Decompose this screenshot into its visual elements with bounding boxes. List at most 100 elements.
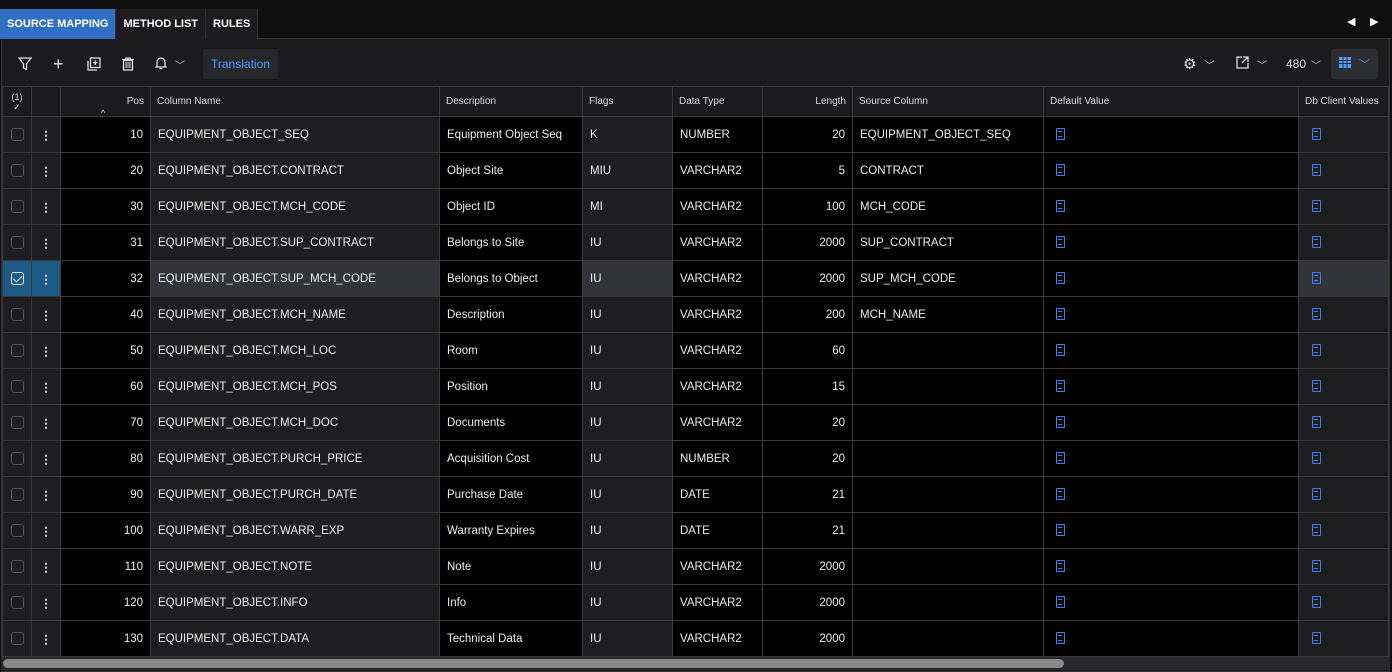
cell-description[interactable]: Room [439, 332, 583, 369]
cell-data-type[interactable]: VARCHAR2 [672, 584, 763, 621]
cell-default-value[interactable] [1043, 188, 1299, 225]
cell-pos[interactable]: 40 [60, 296, 151, 333]
table-row[interactable]: ⋮ 130 EQUIPMENT_OBJECT.DATA Technical Data I… [2, 620, 1389, 657]
row-checkbox[interactable] [2, 512, 32, 549]
cell-flags[interactable]: IU [582, 440, 673, 477]
cell-column-name[interactable]: EQUIPMENT_OBJECT.MCH_NAME [150, 296, 440, 333]
page-size-select[interactable]: 480 ﹀ [1286, 53, 1321, 75]
row-checkbox[interactable] [2, 260, 32, 297]
cell-length[interactable]: 100 [762, 188, 853, 225]
cell-data-type[interactable]: VARCHAR2 [672, 260, 763, 297]
cell-db-client-values[interactable] [1298, 584, 1389, 621]
cell-data-type[interactable]: VARCHAR2 [672, 296, 763, 333]
cell-default-value[interactable] [1043, 512, 1299, 549]
cell-data-type[interactable]: VARCHAR2 [672, 620, 763, 657]
cell-source-column[interactable]: SUP_CONTRACT [852, 224, 1044, 261]
cell-pos[interactable]: 31 [60, 224, 151, 261]
row-checkbox[interactable] [2, 476, 32, 513]
cell-data-type[interactable]: VARCHAR2 [672, 368, 763, 405]
notes-icon[interactable] [1312, 272, 1321, 285]
cell-db-client-values[interactable] [1298, 224, 1389, 261]
cell-column-name[interactable]: EQUIPMENT_OBJECT.CONTRACT [150, 152, 440, 189]
cell-db-client-values[interactable] [1298, 188, 1389, 225]
cell-pos[interactable]: 120 [60, 584, 151, 621]
row-menu-icon[interactable]: ⋮ [31, 188, 61, 225]
table-row[interactable]: ⋮ 80 EQUIPMENT_OBJECT.PURCH_PRICE Acquisiti… [2, 440, 1389, 477]
cell-data-type[interactable]: NUMBER [672, 440, 763, 477]
notes-icon[interactable] [1312, 416, 1321, 429]
cell-flags[interactable]: IU [582, 404, 673, 441]
row-checkbox[interactable] [2, 368, 32, 405]
cell-column-name[interactable]: EQUIPMENT_OBJECT.MCH_POS [150, 368, 440, 405]
cell-length[interactable]: 20 [762, 116, 853, 153]
cell-data-type[interactable]: DATE [672, 476, 763, 513]
cell-length[interactable]: 2000 [762, 224, 853, 261]
table-row[interactable]: ⋮ 10 EQUIPMENT_OBJECT_SEQ Equipment Object … [2, 116, 1389, 153]
row-menu-icon[interactable]: ⋮ [31, 116, 61, 153]
notes-icon[interactable] [1312, 236, 1321, 249]
cell-data-type[interactable]: VARCHAR2 [672, 548, 763, 585]
row-menu-icon[interactable]: ⋮ [31, 296, 61, 333]
notes-icon[interactable] [1312, 308, 1321, 321]
header-length[interactable]: Length [762, 86, 853, 117]
table-row[interactable]: ⋮ 60 EQUIPMENT_OBJECT.MCH_POS Position IU VAR… [2, 368, 1389, 405]
cell-default-value[interactable] [1043, 476, 1299, 513]
header-flags[interactable]: Flags [582, 86, 673, 117]
horizontal-scrollbar[interactable] [1, 657, 1390, 670]
header-source-column[interactable]: Source Column [852, 86, 1044, 117]
settings-menu[interactable]: ⚙ ﹀ [1183, 53, 1214, 75]
header-db-client-values[interactable]: Db Client Values [1298, 86, 1389, 117]
header-data-type[interactable]: Data Type [672, 86, 763, 117]
cell-pos[interactable]: 20 [60, 152, 151, 189]
row-checkbox[interactable] [2, 548, 32, 585]
cell-default-value[interactable] [1043, 368, 1299, 405]
cell-pos[interactable]: 80 [60, 440, 151, 477]
cell-source-column[interactable]: SUP_MCH_CODE [852, 260, 1044, 297]
table-row[interactable]: ⋮ 90 EQUIPMENT_OBJECT.PURCH_DATE Purchase D… [2, 476, 1389, 513]
cell-description[interactable]: Note [439, 548, 583, 585]
header-column-name[interactable]: Column Name [150, 86, 440, 117]
cell-length[interactable]: 60 [762, 332, 853, 369]
row-menu-icon[interactable]: ⋮ [31, 332, 61, 369]
cell-default-value[interactable] [1043, 584, 1299, 621]
cell-db-client-values[interactable] [1298, 404, 1389, 441]
row-menu-icon[interactable]: ⋮ [31, 620, 61, 657]
cell-length[interactable]: 200 [762, 296, 853, 333]
cell-default-value[interactable] [1043, 296, 1299, 333]
cell-column-name[interactable]: EQUIPMENT_OBJECT_SEQ [150, 116, 440, 153]
cell-column-name[interactable]: EQUIPMENT_OBJECT.WARR_EXP [150, 512, 440, 549]
row-checkbox[interactable] [2, 224, 32, 261]
table-row[interactable]: ⋮ 20 EQUIPMENT_OBJECT.CONTRACT Object Site M… [2, 152, 1389, 189]
cell-flags[interactable]: K [582, 116, 673, 153]
table-row[interactable]: ⋮ 120 EQUIPMENT_OBJECT.INFO Info IU VARCHAR2 2… [2, 584, 1389, 621]
cell-column-name[interactable]: EQUIPMENT_OBJECT.MCH_LOC [150, 332, 440, 369]
notes-icon[interactable] [1056, 632, 1065, 645]
notes-icon[interactable] [1056, 308, 1065, 321]
cell-flags[interactable]: IU [582, 584, 673, 621]
cell-description[interactable]: Acquisition Cost [439, 440, 583, 477]
cell-data-type[interactable]: VARCHAR2 [672, 404, 763, 441]
cell-db-client-values[interactable] [1298, 512, 1389, 549]
cell-column-name[interactable]: EQUIPMENT_OBJECT.SUP_CONTRACT [150, 224, 440, 261]
cell-description[interactable]: Purchase Date [439, 476, 583, 513]
notes-icon[interactable] [1056, 344, 1065, 357]
cell-db-client-values[interactable] [1298, 152, 1389, 189]
cell-length[interactable]: 20 [762, 440, 853, 477]
cell-description[interactable]: Equipment Object Seq [439, 116, 583, 153]
cell-pos[interactable]: 32 [60, 260, 151, 297]
cell-source-column[interactable] [852, 404, 1044, 441]
notes-icon[interactable] [1312, 128, 1321, 141]
cell-db-client-values[interactable] [1298, 548, 1389, 585]
view-mode-button[interactable]: ﹀ [1331, 49, 1378, 79]
cell-source-column[interactable] [852, 440, 1044, 477]
row-checkbox[interactable] [2, 440, 32, 477]
tab-source-mapping[interactable]: SOURCE MAPPING [0, 9, 117, 39]
add-icon[interactable]: + [53, 53, 64, 75]
table-row[interactable]: ⋮ 100 EQUIPMENT_OBJECT.WARR_EXP Warranty Ex… [2, 512, 1389, 549]
cell-column-name[interactable]: EQUIPMENT_OBJECT.MCH_CODE [150, 188, 440, 225]
notes-icon[interactable] [1312, 200, 1321, 213]
cell-description[interactable]: Description [439, 296, 583, 333]
table-row[interactable]: ⋮ 70 EQUIPMENT_OBJECT.MCH_DOC Documents IU VA… [2, 404, 1389, 441]
cell-length[interactable]: 2000 [762, 584, 853, 621]
cell-column-name[interactable]: EQUIPMENT_OBJECT.INFO [150, 584, 440, 621]
